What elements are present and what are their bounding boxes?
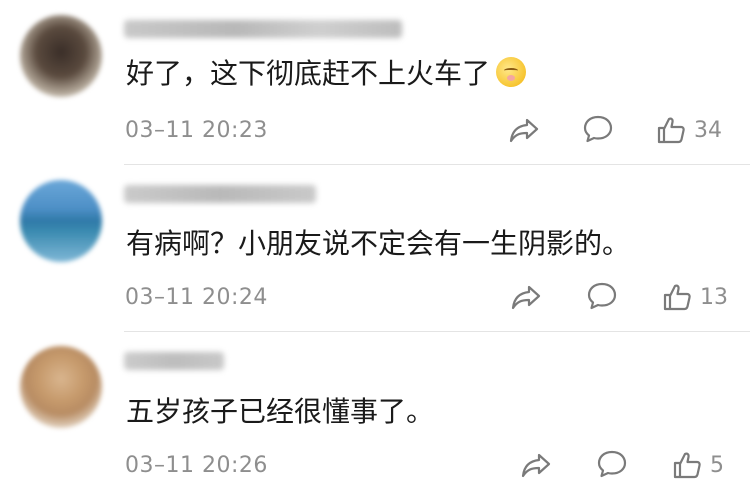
like-button[interactable]: 34 [656,115,722,145]
comment-bubble-icon[interactable] [586,281,618,311]
like-count: 5 [710,452,724,478]
thumbs-up-icon [663,284,691,311]
comment-time: 03–11 20:23 [125,118,268,143]
username-blurred[interactable] [124,185,316,203]
username-blurred[interactable] [124,352,224,370]
comment-text-content: 好了，这下彻底赶不上火车了 [126,57,491,90]
comment-text: 好了，这下彻底赶不上火车了 [126,54,527,94]
like-button[interactable]: 13 [662,282,728,312]
thumbs-up-icon [673,452,701,479]
avatar[interactable] [20,346,102,428]
comment-time: 03–11 20:24 [125,285,268,310]
share-icon[interactable] [508,116,540,144]
comment-time: 03–11 20:26 [125,453,268,478]
share-icon[interactable] [510,283,542,311]
share-icon[interactable] [520,451,552,479]
avatar[interactable] [20,15,102,97]
like-button[interactable]: 5 [672,450,724,480]
avatar[interactable] [20,180,102,262]
thumbs-up-icon [657,117,685,144]
comment-text: 五岁孩子已经很懂事了。 [126,395,435,428]
username-blurred[interactable] [124,20,402,38]
shushing-face-emoji-icon [496,57,527,87]
comment-item: 好了，这下彻底赶不上火车了 03–11 20:23 34 [0,0,750,165]
comment-bubble-icon[interactable] [596,449,628,479]
like-count: 34 [694,117,722,143]
comment-text: 有病啊？小朋友说不定会有一生阴影的。 [126,227,631,260]
comment-bubble-icon[interactable] [582,114,614,144]
comment-item: 五岁孩子已经很懂事了。 03–11 20:26 5 [0,332,750,492]
like-count: 13 [700,284,728,310]
comment-item: 有病啊？小朋友说不定会有一生阴影的。 03–11 20:24 13 [0,165,750,332]
